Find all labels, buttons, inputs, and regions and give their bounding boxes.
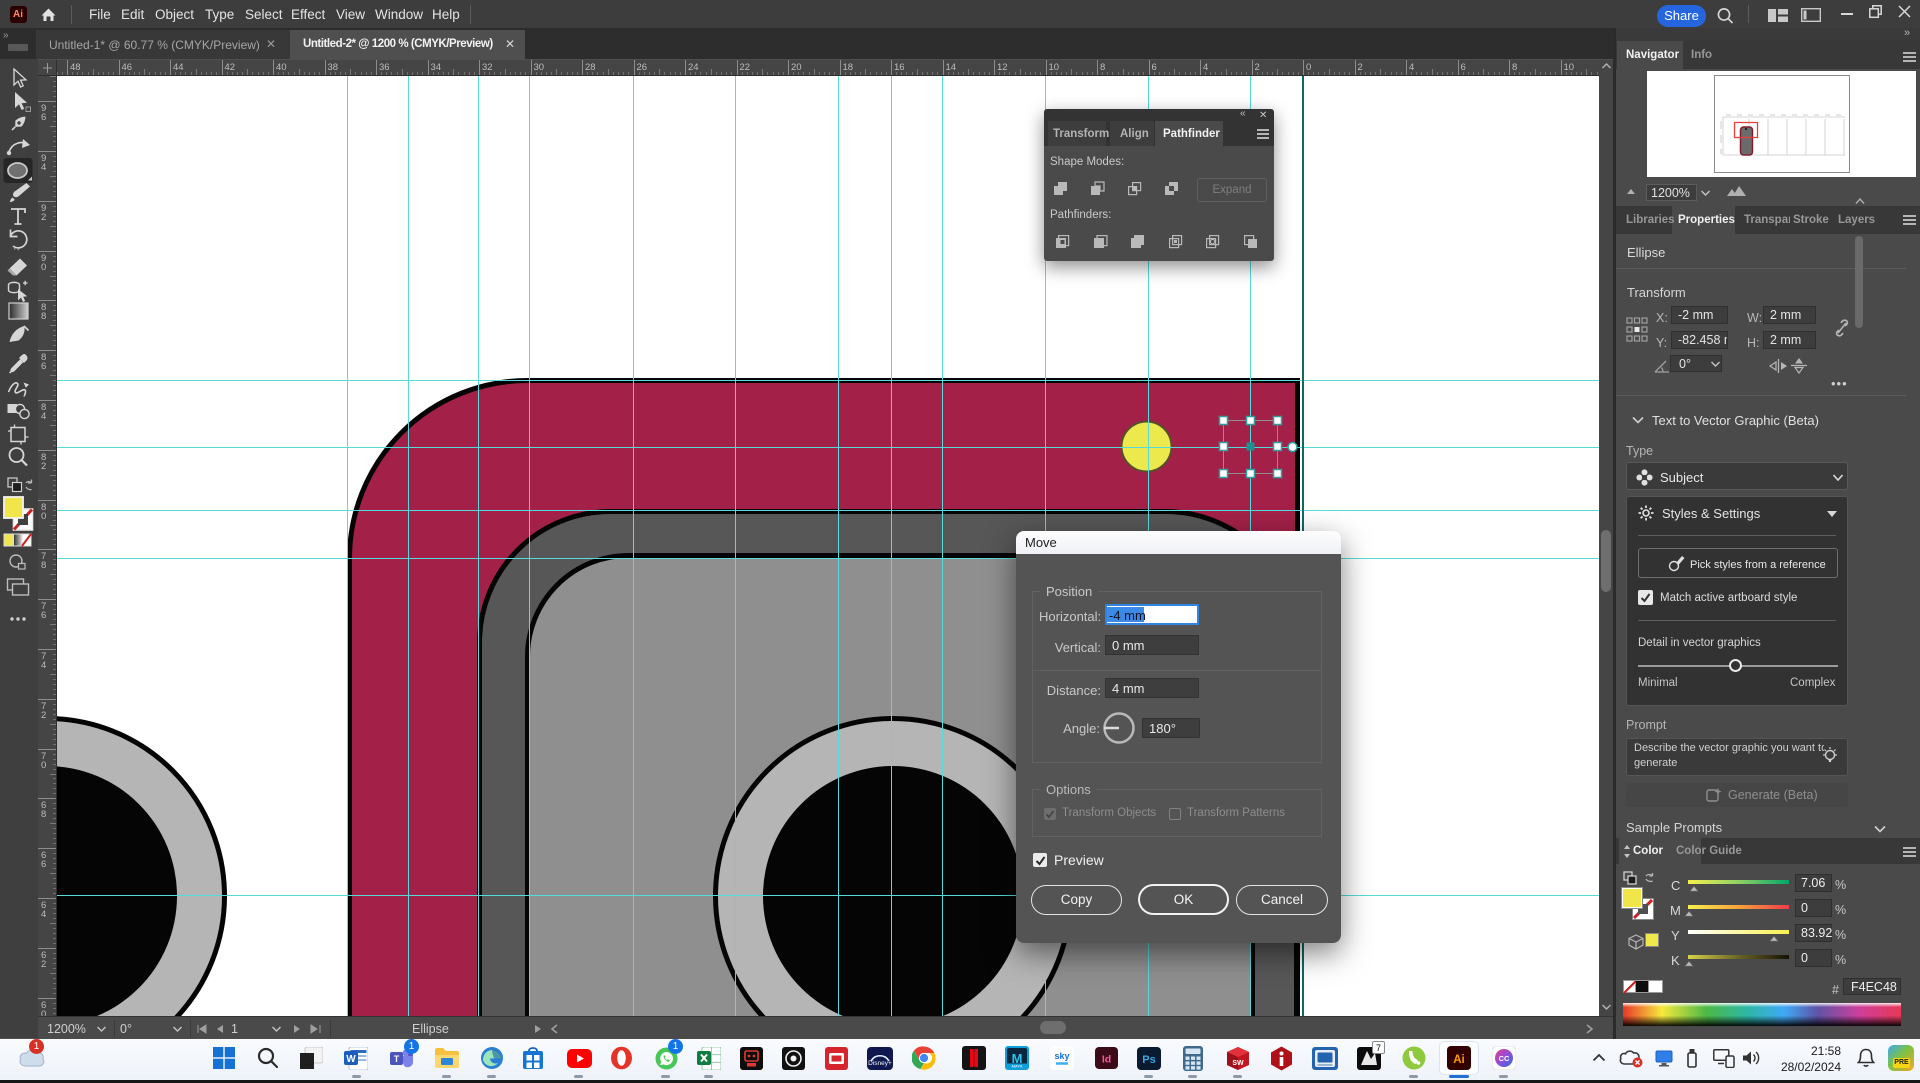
svg-text:Ps: Ps [1142, 1054, 1155, 1066]
svg-text:T: T [394, 1054, 400, 1064]
svg-text:Id: Id [1102, 1054, 1111, 1066]
svg-text:SW: SW [1232, 1060, 1244, 1067]
svg-text:Disney+: Disney+ [868, 1060, 892, 1067]
svg-text:sky: sky [1054, 1051, 1069, 1061]
svg-text:MAYA: MAYA [1012, 1063, 1023, 1068]
svg-text:CC: CC [1499, 1054, 1510, 1063]
svg-text:W: W [346, 1054, 356, 1065]
svg-text:Ai: Ai [1453, 1054, 1465, 1066]
